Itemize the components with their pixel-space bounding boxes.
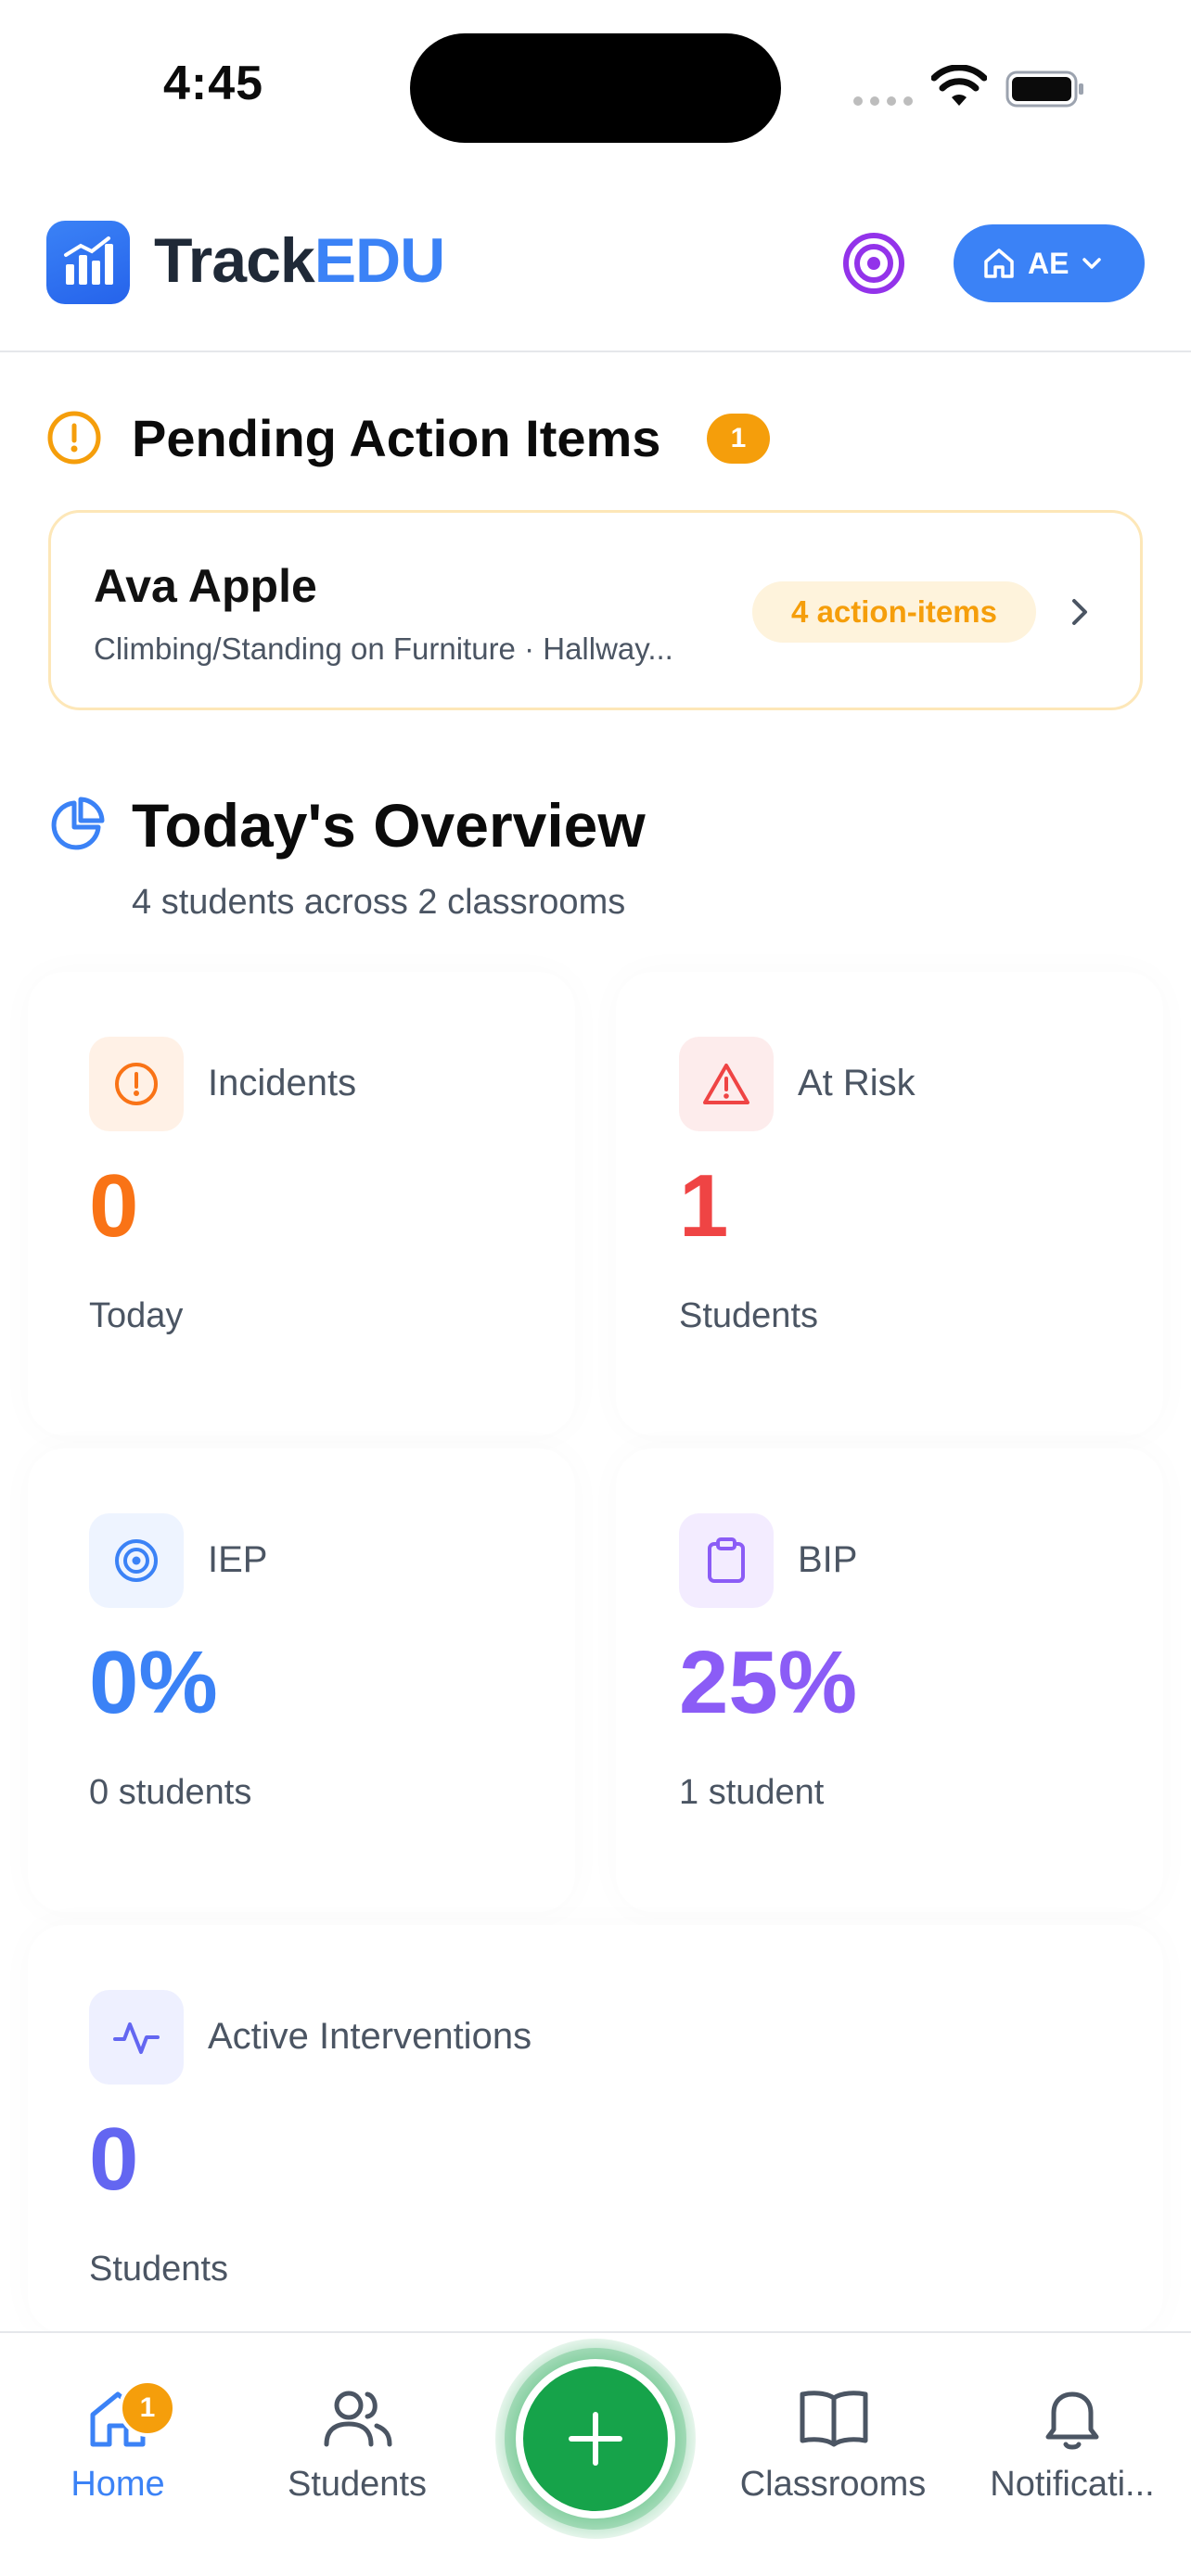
stat-label: Incidents [208,1063,357,1103]
nav-classrooms[interactable]: Classrooms [729,2333,937,2519]
brand-track: Track [154,225,315,296]
at-risk-icon-box [679,1037,774,1131]
stat-subtext: 0 students [89,1773,252,1812]
logo [46,221,130,304]
action-items-badge: 4 action-items [752,581,1036,643]
stat-value: 0 [89,2110,139,2209]
goals-button[interactable] [840,230,907,297]
app-header: TrackEDU AE [0,185,1191,352]
nav-label: Notificati... [990,2465,1155,2504]
stat-card-bip[interactable]: BIP 25% 1 student [616,1448,1163,1912]
stat-label: At Risk [798,1063,916,1103]
clipboard-icon [708,1537,745,1583]
stat-card-at-risk[interactable]: At Risk 1 Students [616,972,1163,1435]
stat-label: Active Interventions [208,2016,532,2057]
pending-item-card[interactable]: Ava Apple Climbing/Standing on Furniture… [48,510,1143,710]
nav-notifications[interactable]: Notificati... [978,2333,1167,2519]
battery-icon [1005,70,1083,108]
warning-triangle-icon [703,1064,749,1104]
nav-label: Students [288,2465,427,2504]
dynamic-island [410,33,781,143]
stat-subtext: Students [679,1296,818,1335]
overview-title: Today's Overview [132,791,646,860]
status-time: 4:45 [163,57,264,110]
cellular-signal-icon [853,96,913,106]
wifi-icon [931,65,987,106]
stat-subtext: 1 student [679,1773,825,1812]
account-switcher-button[interactable]: AE [954,224,1145,302]
activity-icon [113,2022,160,2054]
chevron-down-icon [1082,258,1102,269]
stat-card-incidents[interactable]: Incidents 0 Today [28,972,575,1435]
home-icon [984,249,1014,278]
pending-count-badge: 1 [707,414,770,464]
incidents-icon-box [89,1037,184,1131]
interventions-icon-box [89,1990,184,2085]
add-incident-button[interactable] [516,2359,675,2519]
account-initials: AE [1028,246,1069,280]
bip-icon-box [679,1513,774,1608]
bell-icon [1045,2391,1099,2450]
pending-title: Pending Action Items [132,409,661,467]
plus-icon [569,2412,622,2466]
users-icon [324,2391,392,2447]
chevron-right-icon [1072,599,1087,625]
pie-chart-icon [51,797,105,850]
stat-subtext: Students [89,2250,228,2289]
nav-home[interactable]: 1 Home [33,2333,202,2519]
alert-circle-icon [47,411,101,465]
incident-summary: Climbing/Standing on Furniture · Hallway… [94,631,673,666]
stat-value: 0 [89,1156,139,1256]
stat-card-active-interventions[interactable]: Active Interventions 0 Students [28,1925,1163,2333]
nav-students[interactable]: Students [267,2333,447,2519]
stat-value: 0% [89,1633,218,1732]
nav-label: Classrooms [739,2465,927,2504]
alert-circle-icon [115,1063,158,1105]
pending-section-header: Pending Action Items 1 [46,408,1159,467]
stat-label: BIP [798,1539,858,1580]
stat-card-iep[interactable]: IEP 0% 0 students [28,1448,575,1912]
brand-name: TrackEDU [154,224,446,297]
status-bar: 4:45 [0,0,1191,176]
overview-subtitle: 4 students across 2 classrooms [132,883,626,922]
home-notification-badge: 1 [119,2379,176,2437]
stat-value: 25% [679,1633,858,1732]
student-name: Ava Apple [94,560,317,612]
iep-icon-box [89,1513,184,1608]
bar-chart-icon [64,236,113,285]
target-icon [115,1539,158,1582]
stat-value: 1 [679,1156,729,1256]
stat-subtext: Today [89,1296,184,1335]
stat-label: IEP [208,1539,268,1580]
book-icon [800,2391,868,2447]
nav-label: Home [70,2465,165,2504]
target-icon [843,233,904,294]
brand-edu: EDU [314,225,446,296]
